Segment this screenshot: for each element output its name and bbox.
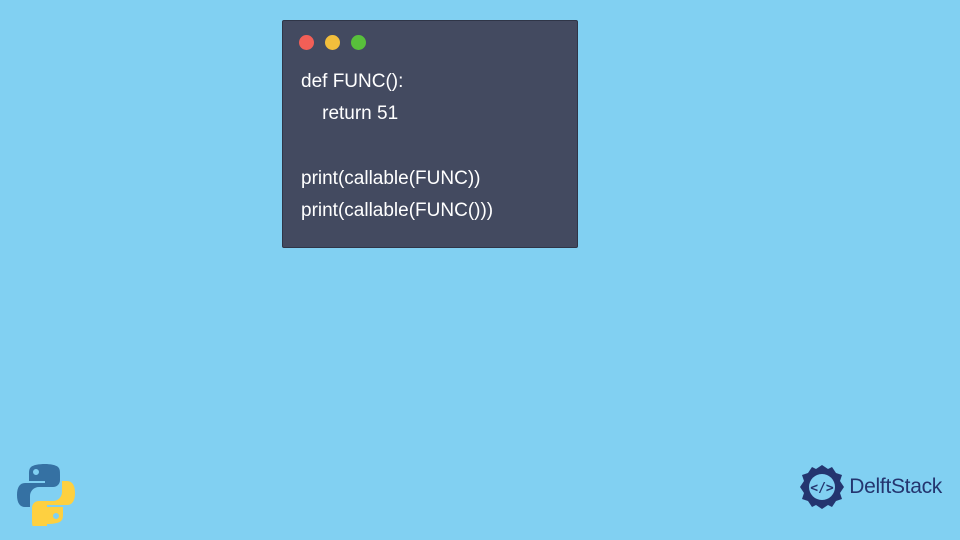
- traffic-lights: [283, 21, 577, 60]
- delftstack-logo: </> DelftStack: [797, 462, 942, 512]
- brand-name: DelftStack: [849, 475, 942, 499]
- code-window: def FUNC(): return 51 print(callable(FUN…: [282, 20, 578, 248]
- delftstack-badge-icon: </>: [797, 462, 847, 512]
- minimize-dot-icon: [325, 35, 340, 50]
- close-dot-icon: [299, 35, 314, 50]
- svg-text:</>: </>: [811, 481, 835, 496]
- python-logo-icon: [14, 462, 78, 526]
- code-content: def FUNC(): return 51 print(callable(FUN…: [283, 60, 577, 247]
- maximize-dot-icon: [351, 35, 366, 50]
